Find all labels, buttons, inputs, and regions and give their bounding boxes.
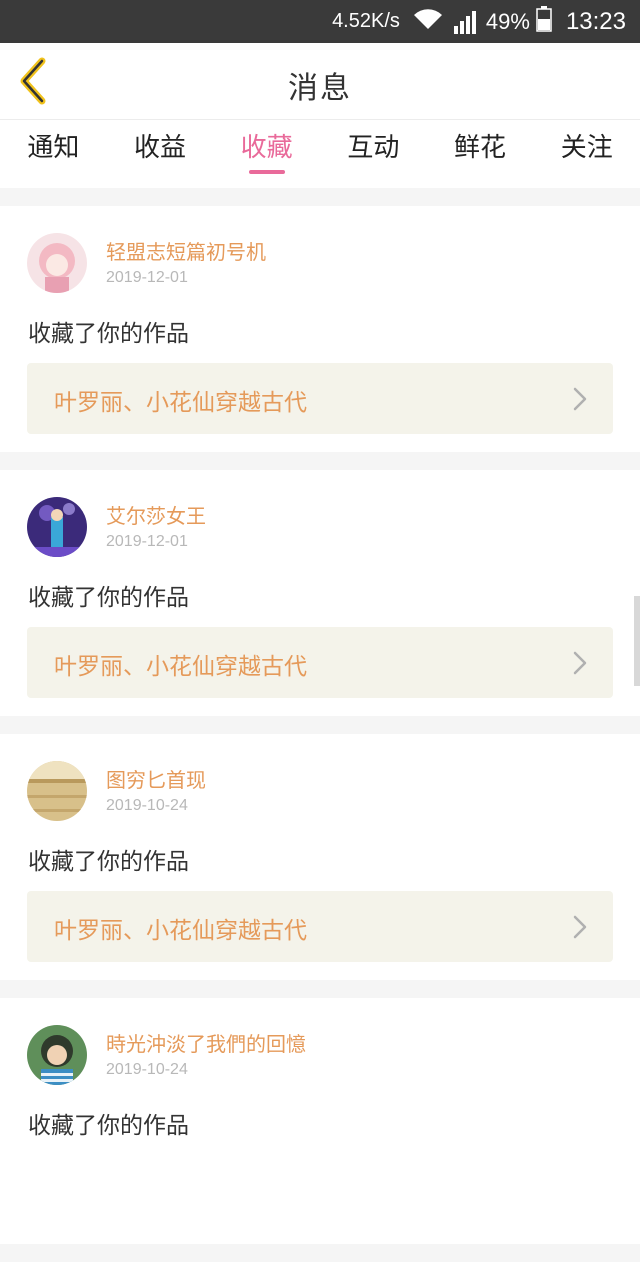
action-text: 收藏了你的作品 (28, 1113, 189, 1139)
username[interactable]: 图穷匕首现 (106, 764, 206, 793)
avatar[interactable] (27, 497, 87, 557)
username[interactable]: 時光沖淡了我們的回憶 (106, 1028, 306, 1057)
work-title: 叶罗丽、小花仙穿越古代 (54, 918, 307, 944)
message-card: 時光沖淡了我們的回憶 2019-10-24 收藏了你的作品 (0, 998, 640, 1244)
date: 2019-12-01 (106, 269, 188, 286)
tab-label: 关注 (560, 133, 613, 163)
work-link[interactable]: 叶罗丽、小花仙穿越古代 (27, 363, 613, 434)
tab-notifications[interactable]: 通知 (0, 120, 107, 188)
tab-earnings[interactable]: 收益 (107, 120, 214, 188)
date: 2019-10-24 (106, 797, 188, 814)
wifi-icon (412, 7, 444, 36)
username[interactable]: 轻盟志短篇初号机 (106, 236, 266, 265)
clock: 13:23 (565, 7, 626, 35)
tab-following[interactable]: 关注 (533, 120, 640, 188)
date: 2019-12-01 (106, 533, 188, 550)
avatar[interactable] (27, 761, 87, 821)
chevron-right-icon (573, 915, 587, 939)
app-header: 消息 (0, 43, 640, 120)
battery-percent: 49% (485, 8, 530, 34)
message-card: 图穷匕首现 2019-10-24 收藏了你的作品 叶罗丽、小花仙穿越古代 (0, 734, 640, 980)
work-link[interactable]: 叶罗丽、小花仙穿越古代 (27, 891, 613, 962)
tab-label: 鲜花 (454, 133, 507, 163)
action-text: 收藏了你的作品 (28, 585, 189, 611)
tab-favorites[interactable]: 收藏 (213, 120, 320, 188)
message-card: 艾尔莎女王 2019-12-01 收藏了你的作品 叶罗丽、小花仙穿越古代 (0, 470, 640, 716)
username[interactable]: 艾尔莎女王 (106, 500, 206, 529)
date: 2019-10-24 (106, 1061, 188, 1078)
signal-icon (452, 10, 480, 34)
tab-label: 收藏 (240, 133, 293, 163)
tab-label: 收益 (134, 133, 187, 163)
active-tab-indicator (248, 170, 285, 174)
tab-label: 通知 (27, 133, 80, 163)
scrollbar[interactable] (634, 596, 640, 686)
tab-label: 互动 (347, 133, 400, 163)
avatar[interactable] (27, 233, 87, 293)
avatar[interactable] (27, 1025, 87, 1085)
action-text: 收藏了你的作品 (28, 321, 189, 347)
tab-interactions[interactable]: 互动 (320, 120, 427, 188)
work-title: 叶罗丽、小花仙穿越古代 (54, 390, 307, 416)
battery-icon (536, 6, 552, 37)
network-speed: 4.52K/s (332, 10, 400, 32)
work-title: 叶罗丽、小花仙穿越古代 (54, 654, 307, 680)
page-title: 消息 (288, 71, 352, 106)
work-link[interactable]: 叶罗丽、小花仙穿越古代 (27, 627, 613, 698)
chevron-right-icon (573, 651, 587, 675)
chevron-right-icon (573, 387, 587, 411)
tab-flowers[interactable]: 鲜花 (427, 120, 534, 188)
message-card: 轻盟志短篇初号机 2019-12-01 收藏了你的作品 叶罗丽、小花仙穿越古代 (0, 206, 640, 452)
message-list: 轻盟志短篇初号机 2019-12-01 收藏了你的作品 叶罗丽、小花仙穿越古代 … (0, 206, 640, 1262)
tab-bar: 通知 收益 收藏 互动 鲜花 关注 (0, 120, 640, 188)
action-text: 收藏了你的作品 (28, 849, 189, 875)
status-bar: 4.52K/s 49% 13:23 (0, 0, 640, 43)
